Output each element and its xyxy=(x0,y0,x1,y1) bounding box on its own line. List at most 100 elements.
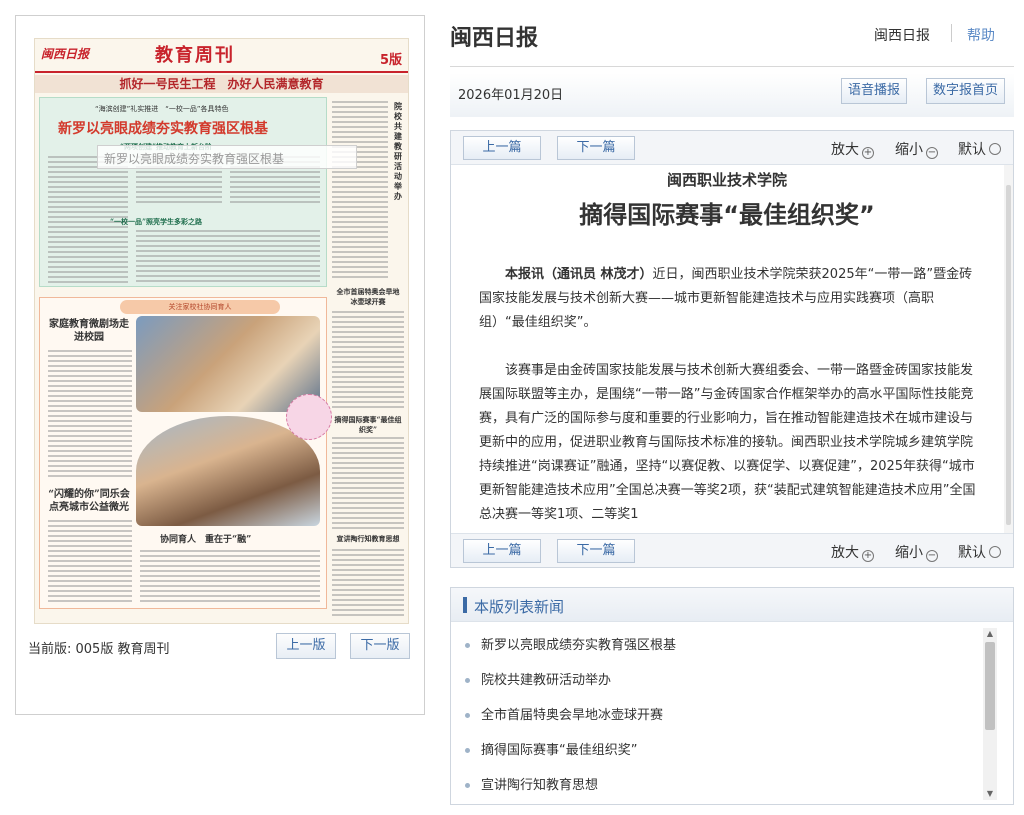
bullet-dot-icon xyxy=(465,678,470,683)
zoom-out-label: 缩小 xyxy=(895,545,923,561)
zoom-in-label: 放大 xyxy=(831,545,859,561)
paper-banner: 抓好一号民生工程 办好人民满意教育 xyxy=(35,75,408,93)
minus-circle-icon: − xyxy=(926,550,938,562)
article-body: 闽西职业技术学院 摘得国际赛事“最佳组织奖” 本报讯（通讯员 林茂才）近日，闽西… xyxy=(451,165,1003,533)
feature-body-text xyxy=(48,350,132,480)
news-list-scrollbar[interactable]: ▲ ▼ xyxy=(983,628,997,800)
feature-decoration xyxy=(286,394,332,440)
scroll-up-arrow-icon[interactable]: ▲ xyxy=(983,628,997,640)
news-item-title: 宣讲陶行知教育思想 xyxy=(481,778,599,793)
headline-title: 新罗以亮眼成绩夯实教育强区根基 xyxy=(58,121,268,137)
news-list-item[interactable]: 新罗以亮眼成绩夯实教育强区根基 xyxy=(451,628,981,663)
bullet-dot-icon xyxy=(465,783,470,788)
zoom-in-control-bottom[interactable]: 放大 + xyxy=(831,542,874,562)
header-divider xyxy=(951,24,952,42)
scroll-down-arrow-icon[interactable]: ▼ xyxy=(983,788,997,800)
site-title: 闽西日报 xyxy=(450,26,539,51)
zoom-out-control[interactable]: 缩小 − xyxy=(895,139,938,159)
prev-article-button-bottom[interactable]: 上一篇 xyxy=(463,539,541,563)
article-scrollbar[interactable] xyxy=(1004,165,1013,533)
headline-body-text xyxy=(136,230,320,285)
headline-article-area[interactable]: “海滨创建”礼实推进 “一校一品”各具特色 新罗以亮眼成绩夯实教育强区根基 “两… xyxy=(39,97,327,287)
news-item-title: 院校共建教研活动举办 xyxy=(481,673,612,688)
date-bar: 2026年01月20日 语音播报 数字报首页 xyxy=(450,73,1014,117)
paper-section-title: 教育周刊 xyxy=(155,45,235,66)
article-paragraph-1: 本报讯（通讯员 林茂才）近日，闽西职业技术学院荣获2025年“一带一路”暨金砖国… xyxy=(479,263,979,335)
hover-tooltip: 新罗以亮眼成绩夯实教育强区根基 xyxy=(97,145,357,169)
prev-edition-button[interactable]: 上一版 xyxy=(276,633,336,659)
zoom-default-label: 默认 xyxy=(958,142,986,158)
bullet-dot-icon xyxy=(465,713,470,718)
digital-home-button[interactable]: 数字报首页 xyxy=(926,78,1006,104)
news-list-item[interactable]: 院校共建教研活动举办 xyxy=(451,663,981,698)
side-vertical-title: 院校共建教研活动举办 xyxy=(394,101,402,201)
page-news-list: 本版列表新闻 新罗以亮眼成绩夯实教育强区根基 院校共建教研活动举办 全市首届特奥… xyxy=(450,587,1014,805)
feature-article-area[interactable]: 关注家校社协同育人 家庭教育微剧场走进校园 “闪耀的你”同乐会点亮城市公益微光 … xyxy=(39,297,332,609)
voice-broadcast-button[interactable]: 语音播报 xyxy=(841,78,908,104)
side-body-text xyxy=(332,311,404,411)
zoom-default-control[interactable]: 默认 xyxy=(958,139,1001,159)
article-lead: 本报讯（通讯员 林茂才） xyxy=(505,267,653,282)
side-headline-1: 全市首届特奥会旱地冰壶球开赛 xyxy=(336,287,400,306)
zoom-out-control-bottom[interactable]: 缩小 − xyxy=(895,542,938,562)
news-list-heading: 本版列表新闻 xyxy=(474,598,565,616)
news-list-item[interactable]: 摘得国际赛事“最佳组织奖” xyxy=(451,733,981,768)
news-item-title: 全市首届特奥会旱地冰壶球开赛 xyxy=(481,708,664,723)
plus-circle-icon: + xyxy=(862,147,874,159)
article-title: 摘得国际赛事“最佳组织奖” xyxy=(579,201,875,229)
home-link[interactable]: 闽西日报 xyxy=(874,25,930,45)
header-rule xyxy=(450,66,1014,67)
header-accent-bar xyxy=(463,597,467,613)
article-toolbar-bottom: 上一篇 下一篇 放大 + 缩小 − 默认 xyxy=(451,533,1013,567)
side-body-text xyxy=(332,101,388,281)
next-article-button[interactable]: 下一篇 xyxy=(557,136,635,160)
minus-circle-icon: − xyxy=(926,147,938,159)
zoom-in-label: 放大 xyxy=(831,142,859,158)
feature-headline-2: “闪耀的你”同乐会点亮城市公益微光 xyxy=(48,489,130,513)
article-toolbar-top: 上一篇 下一篇 放大 + 缩小 − 默认 xyxy=(451,131,1013,165)
zoom-default-control-bottom[interactable]: 默认 xyxy=(958,542,1001,562)
headline-kicker: “海滨创建”礼实推进 “一校一品”各具特色 xyxy=(95,105,229,113)
news-list-header: 本版列表新闻 xyxy=(451,588,1013,622)
paper-logo: 闽西日报 xyxy=(41,47,90,61)
paper-side-column[interactable]: 院校共建教研活动举办 全市首届特奥会旱地冰壶球开赛 摘得国际赛事“最佳组织奖” … xyxy=(330,97,406,621)
news-list-scroll-thumb[interactable] xyxy=(985,642,995,730)
news-item-title: 摘得国际赛事“最佳组织奖” xyxy=(481,743,638,758)
side-body-text xyxy=(332,549,404,619)
news-list-item[interactable]: 全市首届特奥会旱地冰壶球开赛 xyxy=(451,698,981,733)
article-organization: 闽西职业技术学院 xyxy=(666,171,787,189)
current-edition-label: 当前版: 005版 教育周刊 xyxy=(28,642,170,657)
bullet-dot-icon xyxy=(465,643,470,648)
news-list-items: 新罗以亮眼成绩夯实教育强区根基 院校共建教研活动举办 全市首届特奥会旱地冰壶球开… xyxy=(451,628,981,803)
feature-photo-1 xyxy=(136,316,320,412)
issue-date: 2026年01月20日 xyxy=(458,88,564,103)
zoom-out-label: 缩小 xyxy=(895,142,923,158)
headline-subhead-2: “一校一品”照亮学生多彩之路 xyxy=(110,217,203,226)
next-edition-button[interactable]: 下一版 xyxy=(350,633,410,659)
newspaper-page-image[interactable]: 闽西日报 教育周刊 5版 抓好一号民生工程 办好人民满意教育 “海滨创建”礼实推… xyxy=(34,38,409,624)
feature-banner: 关注家校社协同育人 xyxy=(120,300,280,314)
side-headline-3: 宣讲陶行知教育思想 xyxy=(336,534,400,543)
article-paragraph-2: 该赛事是由金砖国家技能发展与技术创新大赛组委会、一带一路暨金砖国家技能发展国际联… xyxy=(479,363,976,522)
feature-body-text xyxy=(48,520,132,605)
next-article-button-bottom[interactable]: 下一篇 xyxy=(557,539,635,563)
zoom-in-control[interactable]: 放大 + xyxy=(831,139,874,159)
feature-body-text xyxy=(140,550,320,605)
prev-article-button[interactable]: 上一篇 xyxy=(463,136,541,160)
paper-page-number: 5版 xyxy=(379,53,402,68)
plus-circle-icon: + xyxy=(862,550,874,562)
feature-headline-1: 家庭教育微剧场走进校园 xyxy=(49,319,129,343)
circle-icon xyxy=(989,546,1001,558)
circle-icon xyxy=(989,143,1001,155)
paper-masthead: 闽西日报 教育周刊 5版 xyxy=(35,39,408,73)
bullet-dot-icon xyxy=(465,748,470,753)
article-panel: 上一篇 下一篇 放大 + 缩小 − 默认 闽西职业技术学院 摘得国际赛事“最佳组织奖… xyxy=(450,130,1014,568)
side-body-text xyxy=(332,437,404,532)
help-link[interactable]: 帮助 xyxy=(967,25,995,45)
feature-caption: 协同育人 重在于“融” xyxy=(160,535,252,545)
article-scroll-thumb[interactable] xyxy=(1006,185,1011,525)
side-headline-2: 摘得国际赛事“最佳组织奖” xyxy=(334,415,402,434)
news-list-item[interactable]: 宣讲陶行知教育思想 xyxy=(451,768,981,803)
zoom-default-label: 默认 xyxy=(958,545,986,561)
news-item-title: 新罗以亮眼成绩夯实教育强区根基 xyxy=(481,638,677,653)
